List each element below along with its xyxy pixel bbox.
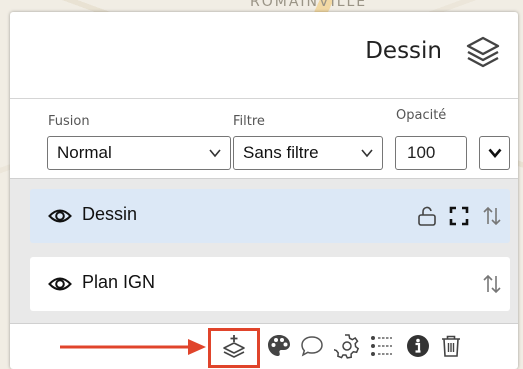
- opacite-input[interactable]: 100: [395, 136, 467, 170]
- bottom-toolbar: [10, 322, 518, 369]
- chevron-down-icon: [488, 148, 502, 159]
- filtre-label: Filtre: [233, 114, 265, 129]
- layer-row-plan-ign[interactable]: Plan IGN: [30, 257, 510, 311]
- layer-row-dessin[interactable]: Dessin: [30, 189, 510, 243]
- sort-arrows-icon[interactable]: [481, 205, 503, 227]
- layers-stack-icon[interactable]: [464, 34, 502, 72]
- info-icon[interactable]: [405, 333, 431, 359]
- layer-name: Plan IGN: [82, 272, 156, 292]
- list-icon[interactable]: [368, 333, 394, 359]
- unlock-icon[interactable]: [416, 205, 438, 227]
- fusion-label: Fusion: [48, 114, 90, 129]
- fusion-value: Normal: [57, 143, 112, 162]
- layer-panel: Dessin Fusion Normal Filtre Sans filtre …: [10, 12, 518, 369]
- layers-list: Dessin Plan IGN: [10, 178, 518, 324]
- panel-title: Dessin: [365, 38, 442, 64]
- fusion-select[interactable]: Normal: [47, 136, 231, 170]
- opacite-dropdown-button[interactable]: [479, 136, 510, 170]
- filtre-value: Sans filtre: [243, 143, 319, 162]
- map-place-label: ROMAINVILLE: [250, 0, 368, 10]
- eye-icon[interactable]: [48, 206, 72, 226]
- chevron-down-icon: [361, 149, 373, 158]
- chevron-down-icon: [209, 149, 221, 158]
- palette-icon[interactable]: [266, 333, 292, 359]
- sort-arrows-icon[interactable]: [481, 273, 503, 295]
- opacite-value: 100: [407, 143, 436, 162]
- gear-icon[interactable]: [334, 333, 360, 359]
- opacite-label: Opacité: [396, 108, 447, 123]
- comment-icon[interactable]: [299, 333, 325, 359]
- expand-icon[interactable]: [448, 205, 470, 227]
- layer-controls: Fusion Normal Filtre Sans filtre Opacité…: [10, 98, 518, 178]
- red-arrow-annotation: [60, 339, 206, 355]
- trash-icon[interactable]: [438, 333, 464, 359]
- layer-name: Dessin: [82, 204, 138, 224]
- filtre-select[interactable]: Sans filtre: [233, 136, 383, 170]
- eye-icon[interactable]: [48, 274, 72, 294]
- panel-header: Dessin: [10, 12, 518, 99]
- add-layer-icon[interactable]: [221, 333, 247, 359]
